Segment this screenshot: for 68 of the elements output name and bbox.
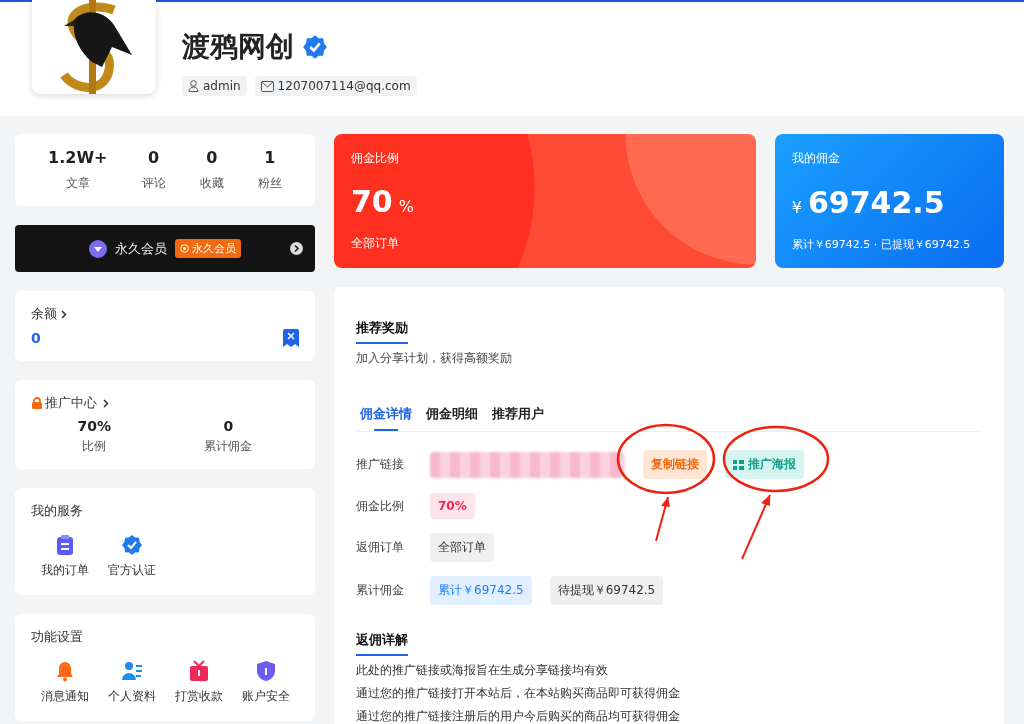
- stat-value: 0: [148, 148, 160, 167]
- user-card-icon: [120, 660, 143, 682]
- service-item[interactable]: 消息通知: [31, 660, 98, 705]
- stat-label: 评论: [141, 175, 166, 192]
- detail-label: 佣金比例: [356, 497, 405, 515]
- ticket-icon: [283, 329, 299, 347]
- stat-value: 1: [264, 148, 276, 167]
- stat-label: 文章: [65, 175, 90, 192]
- promotion-label: 累计佣金: [204, 438, 253, 455]
- target-icon: [180, 244, 189, 253]
- tab[interactable]: 推荐用户: [492, 405, 544, 431]
- profile-name: 渡鸦网创: [182, 29, 294, 65]
- value-tag: 70%: [430, 493, 475, 519]
- balance-title: 余额: [31, 305, 57, 323]
- shield-icon: [254, 660, 277, 682]
- tab[interactable]: 佣金详情: [360, 405, 412, 431]
- value-tag: 全部订单: [430, 533, 494, 562]
- detail-label: 累计佣金: [356, 582, 405, 599]
- service-item[interactable]: 官方认证: [98, 534, 165, 579]
- tab[interactable]: 佣金明细: [426, 405, 478, 431]
- rate-footer: 全部订单: [351, 235, 739, 252]
- user-icon: [188, 80, 199, 92]
- lock-icon: [31, 397, 43, 409]
- balance-card[interactable]: 余额 0: [15, 291, 315, 361]
- service-item[interactable]: 我的订单: [31, 534, 98, 579]
- vip-badge: 永久会员: [175, 239, 241, 258]
- promotion-title[interactable]: 推广中心: [45, 394, 97, 412]
- chevron-right-icon: [103, 398, 109, 408]
- rate-value: 70: [351, 183, 393, 219]
- stat-label: 收藏: [199, 175, 224, 192]
- services-title: 我的服务: [31, 503, 83, 518]
- balance-value: 0: [31, 330, 41, 346]
- commission-title: 我的佣金: [791, 150, 841, 167]
- settings-title: 功能设置: [31, 629, 83, 644]
- commission-footer: 累计￥69742.5 · 已提现￥69742.5: [791, 237, 987, 252]
- explanation-text: 通过您的推广链接注册后的用户今后购买的商品均可获得佣金: [356, 708, 681, 724]
- service-item[interactable]: 个人资料: [98, 660, 165, 705]
- detail-label: 推广链接: [356, 456, 405, 473]
- value-tag: 累计￥69742.5: [430, 576, 532, 605]
- vip-title: 永久会员: [115, 239, 167, 258]
- stat-value: 1.2W+: [48, 148, 108, 167]
- promotion-value: 0: [223, 418, 234, 434]
- stat-value: 0: [206, 148, 218, 167]
- vip-banner[interactable]: 永久会员 永久会员: [15, 225, 315, 272]
- promotion-label: 比例: [82, 438, 107, 455]
- rate-unit: %: [398, 196, 414, 216]
- rate-title: 佣金比例: [351, 150, 400, 167]
- verified-badge-icon: [120, 534, 143, 556]
- mail-icon: [260, 80, 274, 92]
- service-item[interactable]: 账户安全: [232, 660, 299, 705]
- currency-sign: ¥: [791, 197, 802, 217]
- email-chip: 1207007114@qq.com: [254, 76, 417, 96]
- section-heading: 返佣详解: [356, 631, 408, 656]
- username-chip: admin: [182, 76, 247, 96]
- section-heading: 推荐奖励: [356, 319, 408, 344]
- value-tag: 待提现￥69742.5: [549, 576, 664, 605]
- detail-label: 返佣订单: [356, 539, 405, 556]
- explanation-text: 此处的推广链接或海报旨在生成分享链接均有效: [356, 662, 609, 679]
- promotion-value: 70%: [77, 418, 112, 434]
- chevron-right-icon: [290, 242, 303, 255]
- commission-value: 69742.5: [807, 184, 945, 220]
- reward-subtitle: 加入分享计划，获得高额奖励: [356, 350, 513, 367]
- service-item[interactable]: 打赏收款: [165, 660, 232, 705]
- grid-icon: [733, 459, 744, 470]
- explanation-text: 通过您的推广链接打开本站后，在本站购买商品即可获得佣金: [356, 685, 681, 702]
- stat-label: 粉丝: [257, 175, 282, 192]
- chevron-right-icon: [61, 309, 67, 319]
- gift-icon: [187, 660, 210, 682]
